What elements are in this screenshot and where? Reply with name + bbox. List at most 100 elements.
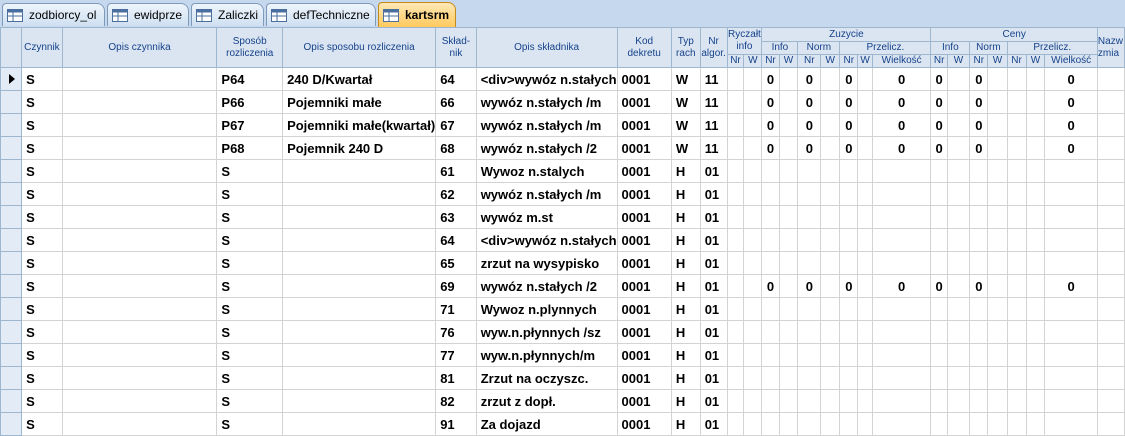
cell-ceny-przelicz-w[interactable] — [1025, 320, 1046, 344]
cell-ceny-norm-w[interactable] — [987, 228, 1008, 252]
cell-kod-dekretu[interactable]: 0001 — [616, 366, 672, 390]
cell-ceny-przelicz-w[interactable] — [1025, 228, 1046, 252]
cell-ryczalt-nr[interactable] — [726, 67, 745, 91]
cell-zuzycie-norm-w[interactable] — [820, 159, 841, 183]
cell-ryczalt-w[interactable] — [743, 274, 763, 298]
table-row[interactable]: S S 63 wywóz m.st 0001 H 01 — [0, 205, 1125, 229]
cell-opis-skladnika[interactable]: Za dojazd — [475, 412, 618, 436]
cell-opis-sposobu[interactable] — [282, 182, 437, 206]
column-header-ceny-przelicz[interactable]: Przelicz. — [1006, 41, 1098, 55]
cell-ceny-info-nr[interactable] — [930, 182, 948, 206]
cell-zuzycie-przelicz-nr[interactable]: 0 — [839, 113, 859, 137]
cell-skladnik[interactable]: 66 — [435, 90, 477, 114]
cell-ceny-norm-nr[interactable] — [969, 343, 989, 367]
cell-opis-czynnika[interactable] — [61, 228, 218, 252]
cell-zuzycie-norm-w[interactable] — [820, 297, 841, 321]
cell-zuzycie-info-w[interactable] — [778, 297, 799, 321]
cell-ryczalt-nr[interactable] — [726, 320, 745, 344]
cell-ceny-norm-w[interactable] — [987, 320, 1008, 344]
cell-ceny-info-w[interactable] — [946, 90, 971, 114]
cell-ceny-norm-w[interactable] — [987, 205, 1008, 229]
cell-ceny-info-nr[interactable]: 0 — [930, 136, 948, 160]
cell-ceny-info-w[interactable] — [946, 205, 971, 229]
column-header-skladnik[interactable]: Skład-nik — [435, 27, 477, 68]
cell-zuzycie-wielkosc[interactable] — [871, 251, 932, 275]
cell-zuzycie-przelicz-nr[interactable] — [839, 343, 859, 367]
cell-skladnik[interactable]: 82 — [435, 389, 477, 413]
cell-opis-sposobu[interactable]: 240 D/Kwartał — [282, 67, 437, 91]
row-selector[interactable] — [0, 389, 23, 413]
column-header-nr-algor[interactable]: Nr algor. — [699, 27, 728, 68]
tab-deftechniczne[interactable]: defTechniczne — [266, 3, 376, 26]
tab-zodbiorcy-ol[interactable]: zodbiorcy_ol — [2, 3, 105, 26]
cell-nazwa[interactable] — [1096, 113, 1125, 137]
cell-zuzycie-info-w[interactable] — [778, 182, 799, 206]
cell-typ-rach[interactable]: H — [670, 389, 701, 413]
row-selector[interactable] — [0, 320, 23, 344]
cell-ceny-wielkosc[interactable] — [1044, 205, 1098, 229]
cell-ryczalt-nr[interactable] — [726, 182, 745, 206]
cell-opis-czynnika[interactable] — [61, 159, 218, 183]
cell-nazwa[interactable] — [1096, 136, 1125, 160]
cell-ceny-info-nr[interactable] — [930, 297, 948, 321]
cell-ceny-norm-nr[interactable]: 0 — [969, 113, 989, 137]
cell-zuzycie-wielkosc[interactable] — [871, 366, 932, 390]
cell-opis-sposobu[interactable] — [282, 366, 437, 390]
cell-zuzycie-info-nr[interactable]: 0 — [761, 274, 780, 298]
cell-czynnik[interactable]: S — [21, 136, 63, 160]
cell-sposob[interactable]: S — [216, 274, 284, 298]
cell-czynnik[interactable]: S — [21, 389, 63, 413]
cell-ceny-info-nr[interactable] — [930, 366, 948, 390]
cell-ceny-info-w[interactable] — [946, 297, 971, 321]
cell-opis-skladnika[interactable]: Zrzut na oczyszc. — [475, 366, 618, 390]
cell-zuzycie-info-w[interactable] — [778, 113, 799, 137]
cell-ceny-info-w[interactable] — [946, 228, 971, 252]
cell-kod-dekretu[interactable]: 0001 — [616, 343, 672, 367]
cell-ryczalt-nr[interactable] — [726, 343, 745, 367]
cell-nr-algor[interactable]: 11 — [699, 113, 728, 137]
table-row[interactable]: S P68 Pojemnik 240 D 68 wywóz n.stałych /2 00… — [0, 136, 1125, 160]
cell-ryczalt-nr[interactable] — [726, 366, 745, 390]
cell-opis-sposobu[interactable] — [282, 297, 437, 321]
cell-czynnik[interactable]: S — [21, 274, 63, 298]
cell-ceny-przelicz-w[interactable] — [1025, 251, 1046, 275]
cell-ceny-przelicz-w[interactable] — [1025, 389, 1046, 413]
cell-opis-sposobu[interactable] — [282, 228, 437, 252]
cell-opis-skladnika[interactable]: Wywoz n.stalych — [475, 159, 618, 183]
cell-ceny-przelicz-nr[interactable] — [1006, 251, 1027, 275]
cell-ceny-przelicz-w[interactable] — [1025, 113, 1046, 137]
cell-kod-dekretu[interactable]: 0001 — [616, 90, 672, 114]
cell-zuzycie-norm-nr[interactable] — [797, 412, 822, 436]
cell-opis-skladnika[interactable]: wyw.n.płynnych /sz — [475, 320, 618, 344]
cell-ceny-wielkosc[interactable] — [1044, 366, 1098, 390]
cell-ceny-norm-w[interactable] — [987, 136, 1008, 160]
cell-sposob[interactable]: S — [216, 320, 284, 344]
cell-zuzycie-przelicz-w[interactable] — [857, 389, 873, 413]
cell-zuzycie-info-nr[interactable] — [761, 182, 780, 206]
cell-typ-rach[interactable]: W — [670, 90, 701, 114]
cell-ceny-info-w[interactable] — [946, 251, 971, 275]
cell-opis-czynnika[interactable] — [61, 274, 218, 298]
cell-nr-algor[interactable]: 01 — [699, 297, 728, 321]
cell-zuzycie-info-w[interactable] — [778, 251, 799, 275]
cell-ryczalt-w[interactable] — [743, 251, 763, 275]
row-selector[interactable] — [0, 274, 23, 298]
cell-ryczalt-nr[interactable] — [726, 90, 745, 114]
column-header-nr[interactable]: Nr — [761, 54, 780, 68]
cell-ceny-info-w[interactable] — [946, 274, 971, 298]
cell-ceny-przelicz-nr[interactable] — [1006, 90, 1027, 114]
cell-kod-dekretu[interactable]: 0001 — [616, 159, 672, 183]
cell-zuzycie-wielkosc[interactable] — [871, 320, 932, 344]
cell-zuzycie-wielkosc[interactable] — [871, 182, 932, 206]
cell-ceny-norm-nr[interactable]: 0 — [969, 274, 989, 298]
tab-zaliczki[interactable]: Zaliczki — [191, 3, 264, 26]
column-header-w[interactable]: W — [820, 54, 841, 68]
cell-opis-skladnika[interactable]: wywóz n.stałych /2 — [475, 274, 618, 298]
cell-typ-rach[interactable]: W — [670, 67, 701, 91]
cell-typ-rach[interactable]: H — [670, 343, 701, 367]
cell-zuzycie-norm-w[interactable] — [820, 136, 841, 160]
cell-ryczalt-w[interactable] — [743, 182, 763, 206]
cell-sposob[interactable]: P67 — [216, 113, 284, 137]
column-header-zuzycie-przelicz[interactable]: Przelicz. — [839, 41, 932, 55]
cell-ceny-info-nr[interactable] — [930, 343, 948, 367]
